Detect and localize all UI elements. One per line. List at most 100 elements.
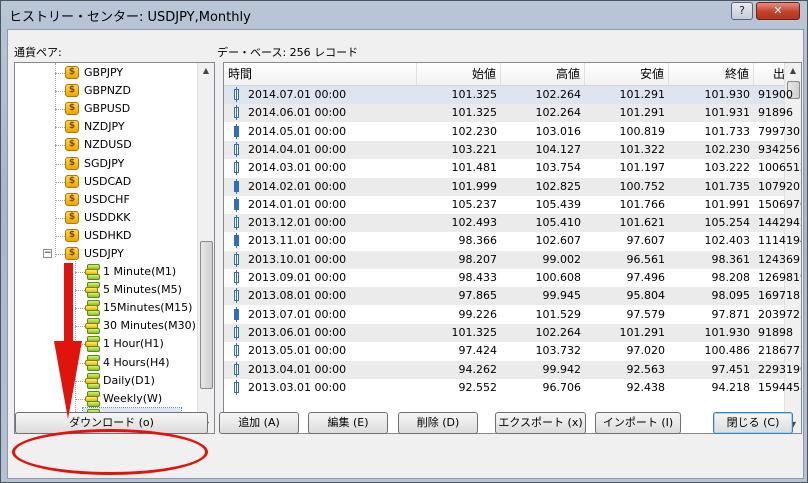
tree-item-usdcad[interactable]: $ USDCAD [15,173,195,191]
table-row[interactable]: 2014.02.01 00:00 101.999 102.825 100.752 101… [224,178,801,196]
cell-high: 99.945 [542,289,582,302]
cell-high: 99.002 [542,253,582,266]
tree-item-sgdjpy[interactable]: $ SGDJPY [15,155,195,173]
cell-time: 2013.05.01 00:00 [248,344,347,357]
tree-item-usdhkd[interactable]: $ USDHKD [15,227,195,245]
tree-connector [55,218,65,219]
cell-high: 102.825 [535,180,582,193]
tree-item-label: USDCAD [84,175,132,188]
tree-scroll-thumb[interactable] [200,241,213,389]
tree-item-usdchf[interactable]: $ USDCHF [15,191,195,209]
tree-item-label: USDCHF [84,193,130,206]
cell-open: 94.262 [458,363,498,376]
cell-time: 2013.04.01 00:00 [248,363,347,376]
database-record-count: デー・ベース: 256 レコード [217,46,359,59]
table-row[interactable]: 2013.07.01 00:00 99.226 101.529 97.579 97.87… [224,306,801,324]
tree-item-gbpnzd[interactable]: $ GBPNZD [15,82,195,100]
table-row[interactable]: 2014.06.01 00:00 101.325 102.264 101.291 101… [224,104,793,122]
tree-connector [75,326,85,327]
tree-item-label: SGDJPY [84,157,125,170]
tree-timeframe-item[interactable]: 5 Minutes(M5) [15,281,195,299]
table-row[interactable]: 2014.07.01 00:00 101.325 102.264 101.291 101… [224,86,793,104]
tree-timeframe-item[interactable]: Daily(D1) [15,372,195,390]
help-button[interactable]: ? [731,2,753,20]
candle-icon [234,124,239,139]
tree-timeframe-item[interactable]: 15Minutes(M15) [15,299,195,317]
table-row[interactable]: 2013.11.01 00:00 98.366 102.607 97.607 102.4… [224,232,801,250]
symbol-tree[interactable]: ▲ ▼ $GBPJPY$GBPNZD$GBPUSD$NZDJPY$NZDUSD$… [14,62,215,434]
cell-time: 2014.04.01 00:00 [248,143,347,156]
table-row[interactable]: 2013.04.01 00:00 94.262 99.942 92.563 97.451… [224,361,801,379]
cell-time: 2013.11.01 00:00 [248,234,347,247]
column-header-high[interactable]: 高値 [501,63,585,85]
table-row[interactable]: 2013.03.01 00:00 92.552 96.706 92.438 94.218… [224,379,801,397]
tree-timeframe-item[interactable]: 1 Minute(M1) [15,263,195,281]
cell-time: 2013.08.01 00:00 [248,289,347,302]
tree-timeframe-label: Daily(D1) [103,374,155,387]
cell-high: 102.607 [535,234,582,247]
table-row[interactable]: 2014.04.01 00:00 103.221 104.127 101.322 102… [224,141,800,159]
table-row[interactable]: 2013.12.01 00:00 102.493 105.410 101.621 105… [224,214,801,232]
column-header-time[interactable]: 時間 [224,63,417,85]
cell-volume: 1442942 [758,216,801,229]
cell-close: 101.930 [704,88,751,101]
tree-connector [55,91,65,92]
cell-volume: 799730 [758,125,800,138]
tree-item-usdjpy[interactable]: $ USDJPY − [15,245,195,263]
delete-button[interactable]: 削除 (D) [398,412,478,434]
table-row[interactable]: 2014.01.01 00:00 105.237 105.439 101.766 101… [224,196,801,214]
cell-low: 100.819 [619,125,666,138]
currency-icon: $ [65,102,79,115]
cell-close: 102.230 [704,143,751,156]
column-header-close[interactable]: 終値 [669,63,754,85]
timeframe-stack-icon [85,355,100,371]
cell-high: 103.754 [535,161,582,174]
cell-open: 98.433 [458,271,498,284]
cell-volume: 2186777 [758,344,801,357]
table-row[interactable]: 2013.08.01 00:00 97.865 99.945 95.804 98.095… [224,287,801,305]
candle-icon [234,270,239,285]
table-scroll-up-arrow[interactable]: ▲ [785,63,801,79]
tree-timeframe-label: 1 Minute(M1) [103,265,177,278]
cell-low: 97.607 [626,234,666,247]
cell-time: 2014.01.01 00:00 [248,198,347,211]
cell-open: 101.325 [451,326,498,339]
tree-timeframe-item[interactable]: Weekly(W) [15,390,195,408]
tree-item-usddkk[interactable]: $ USDDKK [15,209,195,227]
export-button[interactable]: エクスポート (x) [495,412,586,434]
currency-icon: $ [65,247,79,260]
tree-scroll-up-arrow[interactable]: ▲ [198,63,214,79]
tree-timeframe-item[interactable]: 1 Hour(H1) [15,335,195,353]
table-row[interactable]: 2013.06.01 00:00 101.325 102.264 101.291 101… [224,324,793,342]
import-button[interactable]: インポート (I) [595,412,681,434]
table-row[interactable]: 2013.05.01 00:00 97.424 103.732 97.020 100.4… [224,342,801,360]
table-row[interactable]: 2013.10.01 00:00 98.207 99.002 96.561 98.361… [224,251,801,269]
edit-button[interactable]: 編集 (E) [308,412,388,434]
cell-time: 2014.03.01 00:00 [248,161,347,174]
tree-timeframe-item[interactable]: 4 Hours(H4) [15,354,195,372]
candle-icon [234,307,239,322]
cell-low: 95.804 [626,289,666,302]
close-button[interactable]: 閉じる (C) [713,412,793,434]
tree-vertical-scrollbar[interactable]: ▲ ▼ [197,63,214,433]
tree-connector [55,127,65,128]
tree-item-nzdjpy[interactable]: $ NZDJPY [15,118,195,136]
table-row[interactable]: 2014.05.01 00:00 102.230 103.016 100.819 101… [224,123,800,141]
column-header-low[interactable]: 安値 [585,63,669,85]
tree-item-gbpjpy[interactable]: $ GBPJPY [15,64,195,82]
collapse-toggle-icon[interactable]: − [43,249,52,258]
tree-item-gbpusd[interactable]: $ GBPUSD [15,100,195,118]
table-row[interactable]: 2014.03.01 00:00 101.481 103.754 101.197 103… [224,159,801,177]
cell-close: 100.486 [704,344,751,357]
tree-connector [55,200,65,201]
table-row[interactable]: 2013.09.01 00:00 98.433 100.608 97.496 98.20… [224,269,801,287]
column-header-open[interactable]: 始値 [417,63,501,85]
cell-volume: 1269819 [758,271,801,284]
window-close-button[interactable]: ✕ [756,2,800,20]
tree-timeframe-item[interactable]: 30 Minutes(M30) [15,317,196,335]
cell-low: 97.579 [626,308,666,321]
history-data-table[interactable]: 時間始値高値安値終値出来高 ▲ ▼ 2014.07.01 00:00101.32… [223,62,802,434]
tree-timeframe-label: 5 Minutes(M5) [103,283,182,296]
add-button[interactable]: 追加 (A) [219,412,299,434]
tree-item-nzdusd[interactable]: $ NZDUSD [15,136,195,154]
